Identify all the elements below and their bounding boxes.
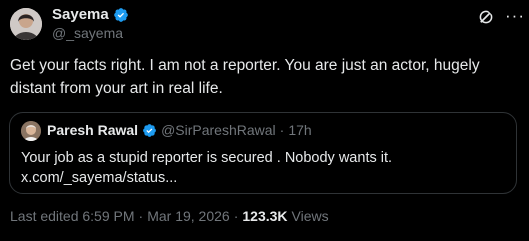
more-options-icon[interactable]: ··· — [505, 7, 525, 25]
verified-badge-icon — [113, 7, 128, 22]
edited-time[interactable]: Last edited 6:59 PM — [10, 208, 135, 224]
quoted-link[interactable]: x.com/_sayema/status... — [21, 168, 392, 188]
tweet-text-line: distant from your art in real life. — [10, 80, 223, 97]
author-name-row[interactable]: Sayema — [52, 6, 129, 23]
quoted-handle[interactable]: @SirPareshRawal — [161, 122, 276, 138]
grok-icon[interactable] — [477, 8, 495, 26]
author-avatar[interactable] — [10, 8, 42, 40]
views-label: Views — [291, 208, 329, 224]
views-count[interactable]: 123.3K — [242, 208, 287, 224]
tweet-text: Get your facts right. I am not a reporte… — [10, 54, 515, 100]
quoted-text-line: Your job as a stupid reporter is secured… — [21, 150, 393, 166]
separator-dot: · — [233, 208, 239, 224]
quoted-tweet[interactable]: Paresh Rawal @SirPareshRawal · 17h Your … — [9, 112, 517, 194]
author-name[interactable]: Sayema — [52, 6, 109, 23]
quoted-avatar[interactable] — [21, 121, 41, 141]
post-date[interactable]: Mar 19, 2026 — [147, 208, 230, 224]
quoted-header: Paresh Rawal @SirPareshRawal · 17h — [47, 122, 312, 138]
tweet-meta: Last edited 6:59 PM · Mar 19, 2026 · 123… — [10, 208, 329, 224]
verified-badge-icon — [143, 123, 156, 137]
quoted-name[interactable]: Paresh Rawal — [47, 122, 138, 138]
quoted-text: Your job as a stupid reporter is secured… — [21, 148, 392, 188]
tweet-text-line: Get your facts right. I am not a reporte… — [10, 57, 480, 74]
separator-dot: · — [138, 208, 144, 224]
separator-dot: · — [279, 122, 285, 138]
quoted-timestamp[interactable]: 17h — [288, 122, 311, 138]
author-handle[interactable]: @_sayema — [52, 25, 123, 41]
